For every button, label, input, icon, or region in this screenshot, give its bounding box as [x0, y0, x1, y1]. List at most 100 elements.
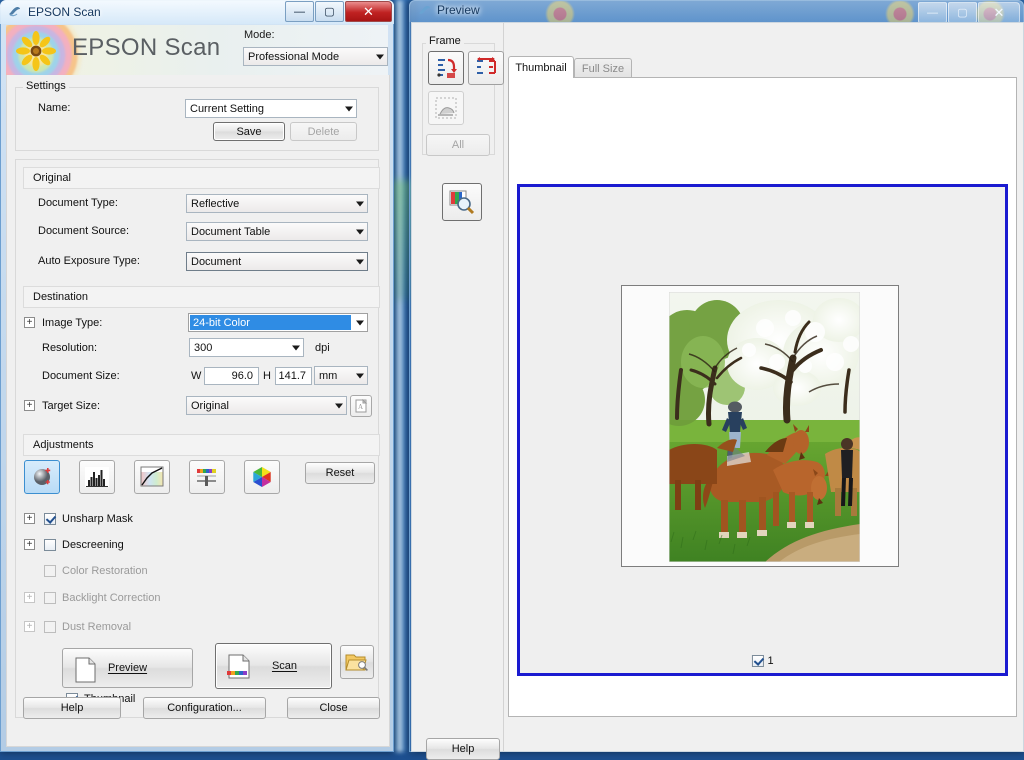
tab-thumbnail[interactable]: Thumbnail [508, 56, 574, 78]
scan-button[interactable]: Scan [215, 643, 332, 689]
tab-full-size[interactable]: Full Size [574, 58, 632, 78]
configuration-button[interactable]: Configuration... [143, 697, 266, 719]
descreening-checkbox[interactable] [44, 539, 56, 551]
thumbnail-image[interactable] [669, 292, 860, 562]
target-size-expander[interactable]: + [24, 400, 35, 411]
close-button[interactable]: ✕ [978, 2, 1020, 23]
preview-tabs: Thumbnail Full Size [508, 56, 1017, 78]
unsharp-mask-checkbox[interactable] [44, 513, 56, 525]
document-source-value: Document Table [191, 226, 270, 238]
delete-button: Delete [290, 122, 357, 141]
resolution-select[interactable]: 300 [189, 338, 304, 357]
preview-titlebar[interactable]: Preview — ▢ ✕ [409, 0, 1024, 22]
dust-removal-label: Dust Removal [62, 621, 131, 633]
erase-frame-icon [428, 91, 464, 125]
banner-product-name: EPSON Scan [72, 34, 220, 62]
auto-exposure-icon[interactable] [24, 460, 60, 494]
preview-window-icon [417, 3, 433, 19]
frame-group-label: Frame [426, 35, 464, 47]
maximize-button[interactable]: ▢ [315, 1, 344, 22]
descreening-expander[interactable]: + [24, 539, 35, 550]
height-prefix: H [263, 370, 271, 382]
minimize-button[interactable]: — [918, 2, 947, 23]
destination-section-header: Destination [23, 286, 380, 308]
color-restoration-label: Color Restoration [62, 565, 148, 577]
backlight-correction-label: Backlight Correction [62, 592, 160, 604]
descreening-label: Descreening [62, 539, 124, 551]
document-source-label: Document Source: [38, 225, 129, 237]
flower-logo [16, 31, 56, 71]
close-button-epson[interactable]: Close [287, 697, 380, 719]
chevron-down-icon [356, 201, 364, 206]
close-button[interactable]: ✕ [345, 1, 392, 22]
document-unit-select[interactable]: mm [314, 366, 368, 385]
preview-window-controls: — ▢ ✕ [918, 2, 1020, 23]
epson-body: Settings Name: Current Setting Save Dele… [6, 75, 390, 747]
target-size-value: Original [191, 400, 229, 412]
preview-window-title: Preview [437, 3, 480, 17]
chevron-down-icon [292, 345, 300, 350]
preview-body: Frame [411, 22, 1024, 752]
save-button[interactable]: Save [213, 122, 285, 141]
chevron-down-icon [356, 229, 364, 234]
dust-removal-checkbox [44, 621, 56, 633]
image-type-expander[interactable]: + [24, 317, 35, 328]
preview-button-label: Preview [108, 662, 147, 674]
horses-photo [669, 292, 860, 562]
scan-destination-folder-icon[interactable] [340, 645, 374, 679]
auto-locate-frame-icon[interactable] [428, 51, 464, 85]
scan-page-icon [226, 654, 254, 682]
image-adjustment-icon[interactable] [189, 460, 225, 494]
chevron-down-icon [335, 403, 343, 408]
backlight-correction-expander: + [24, 592, 35, 603]
color-palette-icon[interactable] [244, 460, 280, 494]
thumbnail-mat[interactable] [621, 285, 899, 567]
chevron-down-icon [356, 373, 364, 378]
document-width-input[interactable]: 96.0 [204, 367, 259, 385]
target-size-rotate-icon[interactable]: A [350, 395, 372, 417]
preview-page-icon [73, 657, 99, 683]
resolution-unit: dpi [315, 342, 330, 354]
zoom-preview-icon[interactable] [442, 183, 482, 221]
document-type-value: Reflective [191, 198, 239, 210]
width-prefix: W [191, 370, 201, 382]
tone-curve-icon[interactable] [134, 460, 170, 494]
mode-select[interactable]: Professional Mode [243, 47, 388, 66]
reset-button[interactable]: Reset [305, 462, 375, 484]
duplicate-frame-icon[interactable] [468, 51, 504, 85]
help-button[interactable]: Help [23, 697, 121, 719]
resolution-value: 300 [194, 342, 212, 354]
preview-frame-box[interactable]: 1 [517, 184, 1008, 676]
unsharp-mask-expander[interactable]: + [24, 513, 35, 524]
frame-1-checkbox[interactable] [751, 655, 763, 667]
preview-left-panel: Frame [412, 23, 504, 751]
maximize-button[interactable]: ▢ [948, 2, 977, 23]
adjustments-section-header: Adjustments [23, 434, 380, 456]
auto-exposure-type-value: Document [191, 256, 241, 268]
settings-name-select[interactable]: Current Setting [185, 99, 357, 118]
unsharp-mask-label: Unsharp Mask [62, 513, 133, 525]
chevron-down-icon [376, 54, 384, 59]
preview-help-button[interactable]: Help [426, 738, 500, 760]
document-source-select[interactable]: Document Table [186, 222, 368, 241]
auto-exposure-type-select[interactable]: Document [186, 252, 368, 271]
image-type-select[interactable]: 24-bit Color [188, 313, 368, 332]
epson-scan-icon [7, 4, 23, 20]
target-size-label: Target Size: [42, 400, 100, 412]
histogram-icon[interactable] [79, 460, 115, 494]
document-height-input[interactable]: 141.7 [275, 367, 312, 385]
epson-titlebar[interactable]: EPSON Scan — ▢ ✕ [0, 0, 394, 24]
minimize-button[interactable]: — [285, 1, 314, 22]
chevron-down-icon [345, 106, 353, 111]
svg-text:A: A [358, 403, 363, 411]
auto-exposure-type-label: Auto Exposure Type: [38, 255, 140, 267]
preview-button[interactable]: Preview [62, 648, 193, 688]
settings-group [15, 87, 379, 151]
resolution-label: Resolution: [42, 342, 97, 354]
scan-button-label: Scan [272, 660, 297, 672]
target-size-select[interactable]: Original [186, 396, 347, 415]
preview-canvas[interactable]: 1 [508, 77, 1017, 717]
document-type-select[interactable]: Reflective [186, 194, 368, 213]
backlight-correction-checkbox [44, 592, 56, 604]
frame-number-label: 1 [767, 655, 773, 667]
